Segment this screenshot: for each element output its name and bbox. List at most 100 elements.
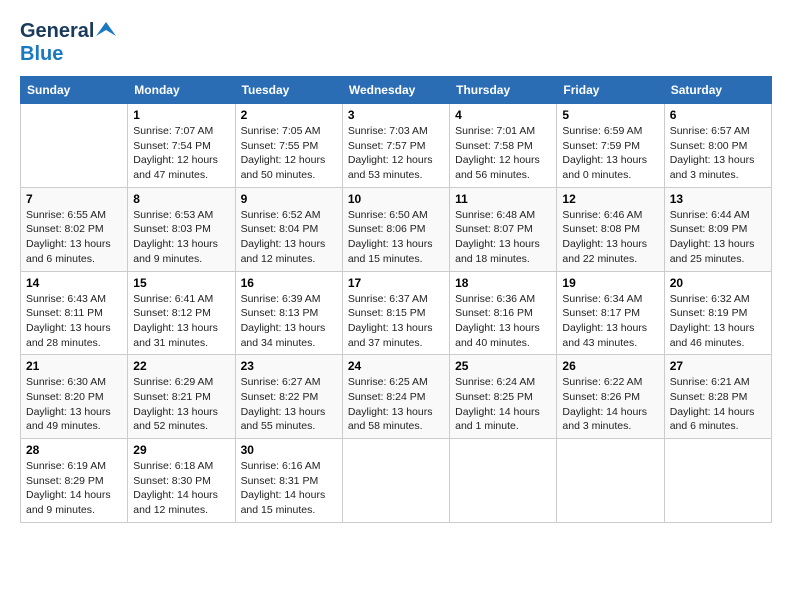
day-number: 27 — [670, 359, 766, 373]
day-info: Sunrise: 6:52 AM Sunset: 8:04 PM Dayligh… — [241, 208, 337, 267]
calendar-cell: 29Sunrise: 6:18 AM Sunset: 8:30 PM Dayli… — [128, 439, 235, 523]
day-info: Sunrise: 6:37 AM Sunset: 8:15 PM Dayligh… — [348, 292, 444, 351]
day-number: 22 — [133, 359, 229, 373]
calendar-cell: 24 Sunrise: 6:25 AM Sunset: 8:24 PM Dayli… — [342, 355, 449, 439]
day-number: 18 — [455, 276, 551, 290]
header-saturday: Saturday — [664, 77, 771, 104]
day-number: 12 — [562, 192, 658, 206]
calendar-cell: 16Sunrise: 6:39 AM Sunset: 8:13 PM Dayli… — [235, 271, 342, 355]
day-info: Sunrise: 6:19 AM Sunset: 8:29 PM Dayligh… — [26, 459, 122, 518]
day-number: 9 — [241, 192, 337, 206]
day-info: Sunrise: 7:07 AM Sunset: 7:54 PM Dayligh… — [133, 124, 229, 183]
calendar-cell: 25 Sunrise: 6:24 AM Sunset: 8:25 PM Dayli… — [450, 355, 557, 439]
day-number: 2 — [241, 108, 337, 122]
day-info: Sunrise: 6:46 AM Sunset: 8:08 PM Dayligh… — [562, 208, 658, 267]
day-number: 11 — [455, 192, 551, 206]
day-info: Sunrise: 6:36 AM Sunset: 8:16 PM Dayligh… — [455, 292, 551, 351]
day-info: Sunrise: 6:22 AM Sunset: 8:26 PM Dayligh… — [562, 375, 658, 434]
day-number: 6 — [670, 108, 766, 122]
day-number: 21 — [26, 359, 122, 373]
calendar-week-5: 28Sunrise: 6:19 AM Sunset: 8:29 PM Dayli… — [21, 439, 772, 523]
day-number: 7 — [26, 192, 122, 206]
day-info: Sunrise: 6:48 AM Sunset: 8:07 PM Dayligh… — [455, 208, 551, 267]
day-number: 4 — [455, 108, 551, 122]
calendar-cell — [21, 104, 128, 188]
calendar-cell — [664, 439, 771, 523]
day-number: 14 — [26, 276, 122, 290]
header-wednesday: Wednesday — [342, 77, 449, 104]
day-number: 23 — [241, 359, 337, 373]
calendar-week-3: 14 Sunrise: 6:43 AM Sunset: 8:11 PM Dayli… — [21, 271, 772, 355]
calendar-cell: 30 Sunrise: 6:16 AM Sunset: 8:31 PM Dayli… — [235, 439, 342, 523]
day-number: 17 — [348, 276, 444, 290]
calendar-cell: 17 Sunrise: 6:37 AM Sunset: 8:15 PM Dayli… — [342, 271, 449, 355]
header-sunday: Sunday — [21, 77, 128, 104]
day-info: Sunrise: 6:16 AM Sunset: 8:31 PM Dayligh… — [241, 459, 337, 518]
calendar-cell: 15 Sunrise: 6:41 AM Sunset: 8:12 PM Dayli… — [128, 271, 235, 355]
day-info: Sunrise: 6:55 AM Sunset: 8:02 PM Dayligh… — [26, 208, 122, 267]
header-thursday: Thursday — [450, 77, 557, 104]
calendar-cell: 11 Sunrise: 6:48 AM Sunset: 8:07 PM Dayli… — [450, 187, 557, 271]
calendar-cell: 22Sunrise: 6:29 AM Sunset: 8:21 PM Dayli… — [128, 355, 235, 439]
day-number: 15 — [133, 276, 229, 290]
calendar-cell: 6 Sunrise: 6:57 AM Sunset: 8:00 PM Daylig… — [664, 104, 771, 188]
header-monday: Monday — [128, 77, 235, 104]
calendar-cell: 19 Sunrise: 6:34 AM Sunset: 8:17 PM Dayli… — [557, 271, 664, 355]
calendar-week-4: 21 Sunrise: 6:30 AM Sunset: 8:20 PM Dayli… — [21, 355, 772, 439]
page-header: General Blue — [20, 20, 772, 66]
day-number: 1 — [133, 108, 229, 122]
calendar-cell: 10Sunrise: 6:50 AM Sunset: 8:06 PM Dayli… — [342, 187, 449, 271]
day-number: 5 — [562, 108, 658, 122]
day-number: 3 — [348, 108, 444, 122]
calendar-cell: 14 Sunrise: 6:43 AM Sunset: 8:11 PM Dayli… — [21, 271, 128, 355]
calendar-cell: 20Sunrise: 6:32 AM Sunset: 8:19 PM Dayli… — [664, 271, 771, 355]
day-info: Sunrise: 6:34 AM Sunset: 8:17 PM Dayligh… — [562, 292, 658, 351]
calendar-cell — [342, 439, 449, 523]
day-number: 26 — [562, 359, 658, 373]
calendar-week-1: 1 Sunrise: 7:07 AM Sunset: 7:54 PM Daylig… — [21, 104, 772, 188]
day-info: Sunrise: 6:30 AM Sunset: 8:20 PM Dayligh… — [26, 375, 122, 434]
day-number: 25 — [455, 359, 551, 373]
day-info: Sunrise: 6:21 AM Sunset: 8:28 PM Dayligh… — [670, 375, 766, 434]
calendar-week-2: 7 Sunrise: 6:55 AM Sunset: 8:02 PM Daylig… — [21, 187, 772, 271]
calendar-cell: 21 Sunrise: 6:30 AM Sunset: 8:20 PM Dayli… — [21, 355, 128, 439]
day-info: Sunrise: 6:27 AM Sunset: 8:22 PM Dayligh… — [241, 375, 337, 434]
day-number: 30 — [241, 443, 337, 457]
day-info: Sunrise: 7:05 AM Sunset: 7:55 PM Dayligh… — [241, 124, 337, 183]
calendar-cell — [450, 439, 557, 523]
day-number: 13 — [670, 192, 766, 206]
calendar-cell: 4 Sunrise: 7:01 AM Sunset: 7:58 PM Daylig… — [450, 104, 557, 188]
calendar-header-row: SundayMondayTuesdayWednesdayThursdayFrid… — [21, 77, 772, 104]
calendar-table: SundayMondayTuesdayWednesdayThursdayFrid… — [20, 76, 772, 523]
day-info: Sunrise: 7:01 AM Sunset: 7:58 PM Dayligh… — [455, 124, 551, 183]
calendar-cell: 3Sunrise: 7:03 AM Sunset: 7:57 PM Daylig… — [342, 104, 449, 188]
logo-text: General Blue — [20, 20, 116, 66]
day-number: 24 — [348, 359, 444, 373]
day-info: Sunrise: 6:24 AM Sunset: 8:25 PM Dayligh… — [455, 375, 551, 434]
day-info: Sunrise: 6:18 AM Sunset: 8:30 PM Dayligh… — [133, 459, 229, 518]
day-number: 16 — [241, 276, 337, 290]
day-number: 19 — [562, 276, 658, 290]
day-info: Sunrise: 6:53 AM Sunset: 8:03 PM Dayligh… — [133, 208, 229, 267]
calendar-cell: 12 Sunrise: 6:46 AM Sunset: 8:08 PM Dayli… — [557, 187, 664, 271]
day-info: Sunrise: 6:57 AM Sunset: 8:00 PM Dayligh… — [670, 124, 766, 183]
calendar-cell: 7 Sunrise: 6:55 AM Sunset: 8:02 PM Daylig… — [21, 187, 128, 271]
calendar-cell: 13Sunrise: 6:44 AM Sunset: 8:09 PM Dayli… — [664, 187, 771, 271]
calendar-cell: 5 Sunrise: 6:59 AM Sunset: 7:59 PM Daylig… — [557, 104, 664, 188]
calendar-cell: 18 Sunrise: 6:36 AM Sunset: 8:16 PM Dayli… — [450, 271, 557, 355]
day-info: Sunrise: 6:25 AM Sunset: 8:24 PM Dayligh… — [348, 375, 444, 434]
calendar-cell: 9 Sunrise: 6:52 AM Sunset: 8:04 PM Daylig… — [235, 187, 342, 271]
calendar-cell: 28Sunrise: 6:19 AM Sunset: 8:29 PM Dayli… — [21, 439, 128, 523]
header-tuesday: Tuesday — [235, 77, 342, 104]
calendar-cell: 26 Sunrise: 6:22 AM Sunset: 8:26 PM Dayli… — [557, 355, 664, 439]
day-info: Sunrise: 6:41 AM Sunset: 8:12 PM Dayligh… — [133, 292, 229, 351]
day-number: 20 — [670, 276, 766, 290]
header-friday: Friday — [557, 77, 664, 104]
calendar-cell: 1 Sunrise: 7:07 AM Sunset: 7:54 PM Daylig… — [128, 104, 235, 188]
calendar-cell — [557, 439, 664, 523]
day-info: Sunrise: 6:59 AM Sunset: 7:59 PM Dayligh… — [562, 124, 658, 183]
logo: General Blue — [20, 20, 116, 66]
bird-icon — [96, 22, 116, 36]
day-info: Sunrise: 6:43 AM Sunset: 8:11 PM Dayligh… — [26, 292, 122, 351]
calendar-cell: 27 Sunrise: 6:21 AM Sunset: 8:28 PM Dayli… — [664, 355, 771, 439]
